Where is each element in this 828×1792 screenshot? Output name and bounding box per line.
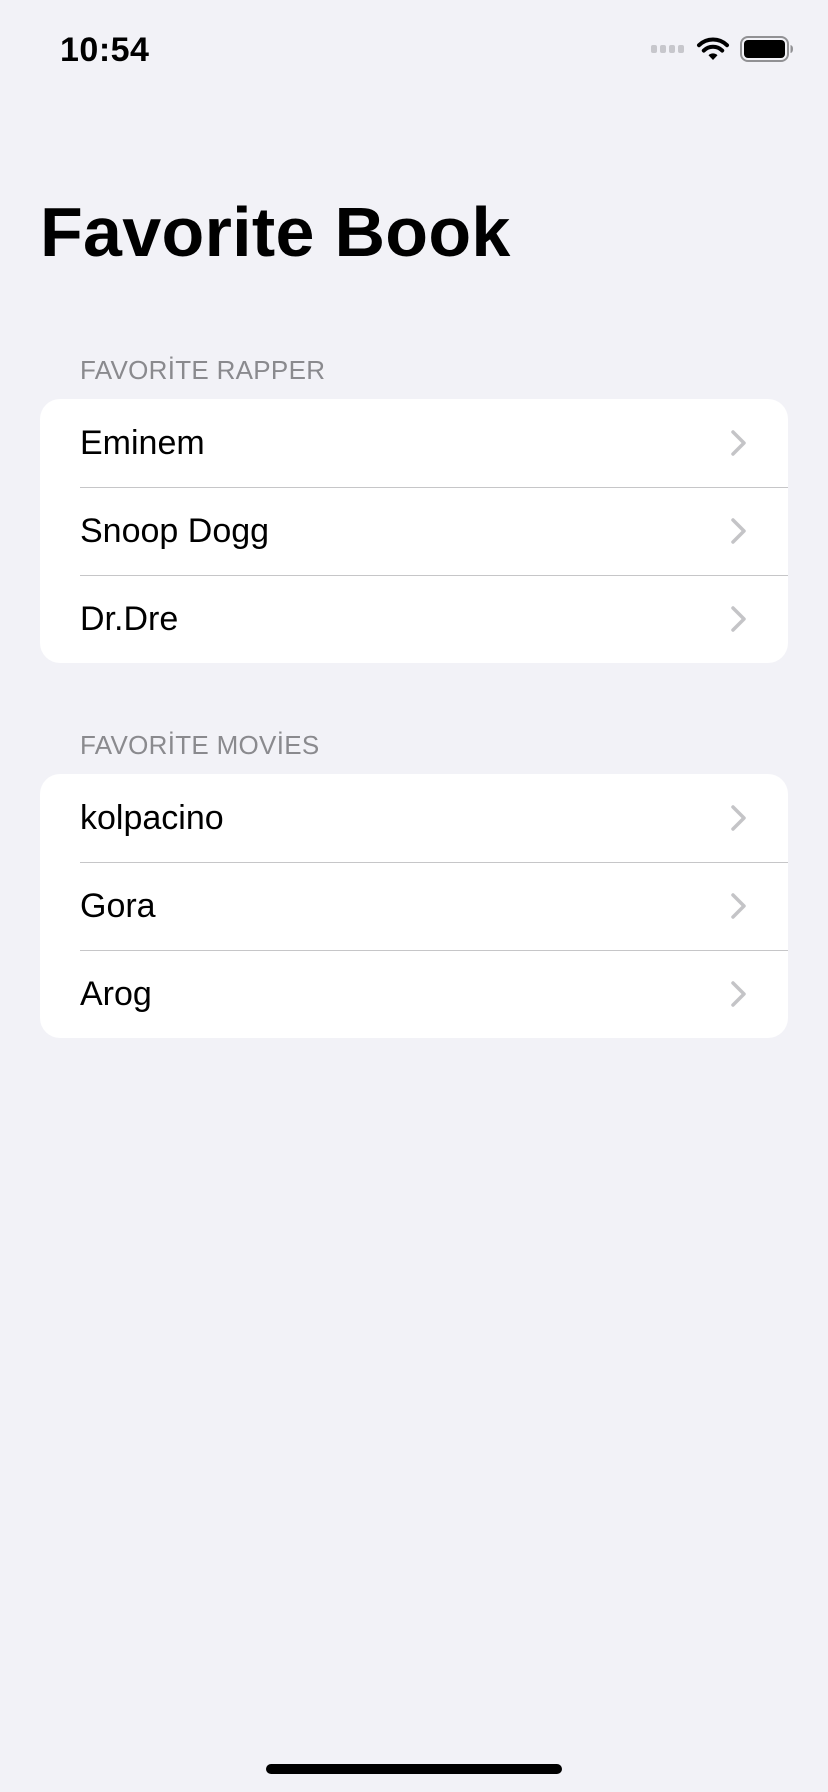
list-item[interactable]: Snoop Dogg (40, 487, 788, 575)
page-title: Favorite Book (40, 193, 511, 271)
wifi-icon (697, 37, 729, 60)
list-item[interactable]: Eminem (40, 399, 788, 487)
list-item-label: Dr.Dre (80, 600, 179, 638)
section-header-movies: FAVORİTE MOVİES (80, 730, 320, 760)
list-item[interactable]: Gora (40, 862, 788, 950)
status-bar: 10:54 (0, 0, 828, 100)
list-item-label: kolpacino (80, 799, 224, 837)
chevron-right-icon (731, 606, 746, 632)
status-icons (651, 34, 794, 64)
battery-icon (740, 36, 793, 62)
home-indicator[interactable] (266, 1764, 562, 1774)
list-item-label: Gora (80, 887, 156, 925)
list-item-label: Snoop Dogg (80, 512, 270, 550)
list-item[interactable]: kolpacino (40, 774, 788, 862)
list-item[interactable]: Dr.Dre (40, 575, 788, 663)
chevron-right-icon (731, 430, 746, 456)
list-item-label: Eminem (80, 424, 205, 462)
chevron-right-icon (731, 981, 746, 1007)
list-group-rapper: Eminem Snoop Dogg Dr.Dre (40, 399, 788, 663)
chevron-right-icon (731, 805, 746, 831)
section-header-rapper: FAVORİTE RAPPER (80, 355, 326, 385)
chevron-right-icon (731, 518, 746, 544)
chevron-right-icon (731, 893, 746, 919)
list-group-movies: kolpacino Gora Arog (40, 774, 788, 1038)
list-item-label: Arog (80, 975, 152, 1013)
status-time: 10:54 (60, 31, 150, 69)
signal-icon (651, 45, 684, 53)
screen: 10:54 Favorite Book FAVORİTE RAPPER Emin… (0, 0, 828, 1792)
list-item[interactable]: Arog (40, 950, 788, 1038)
